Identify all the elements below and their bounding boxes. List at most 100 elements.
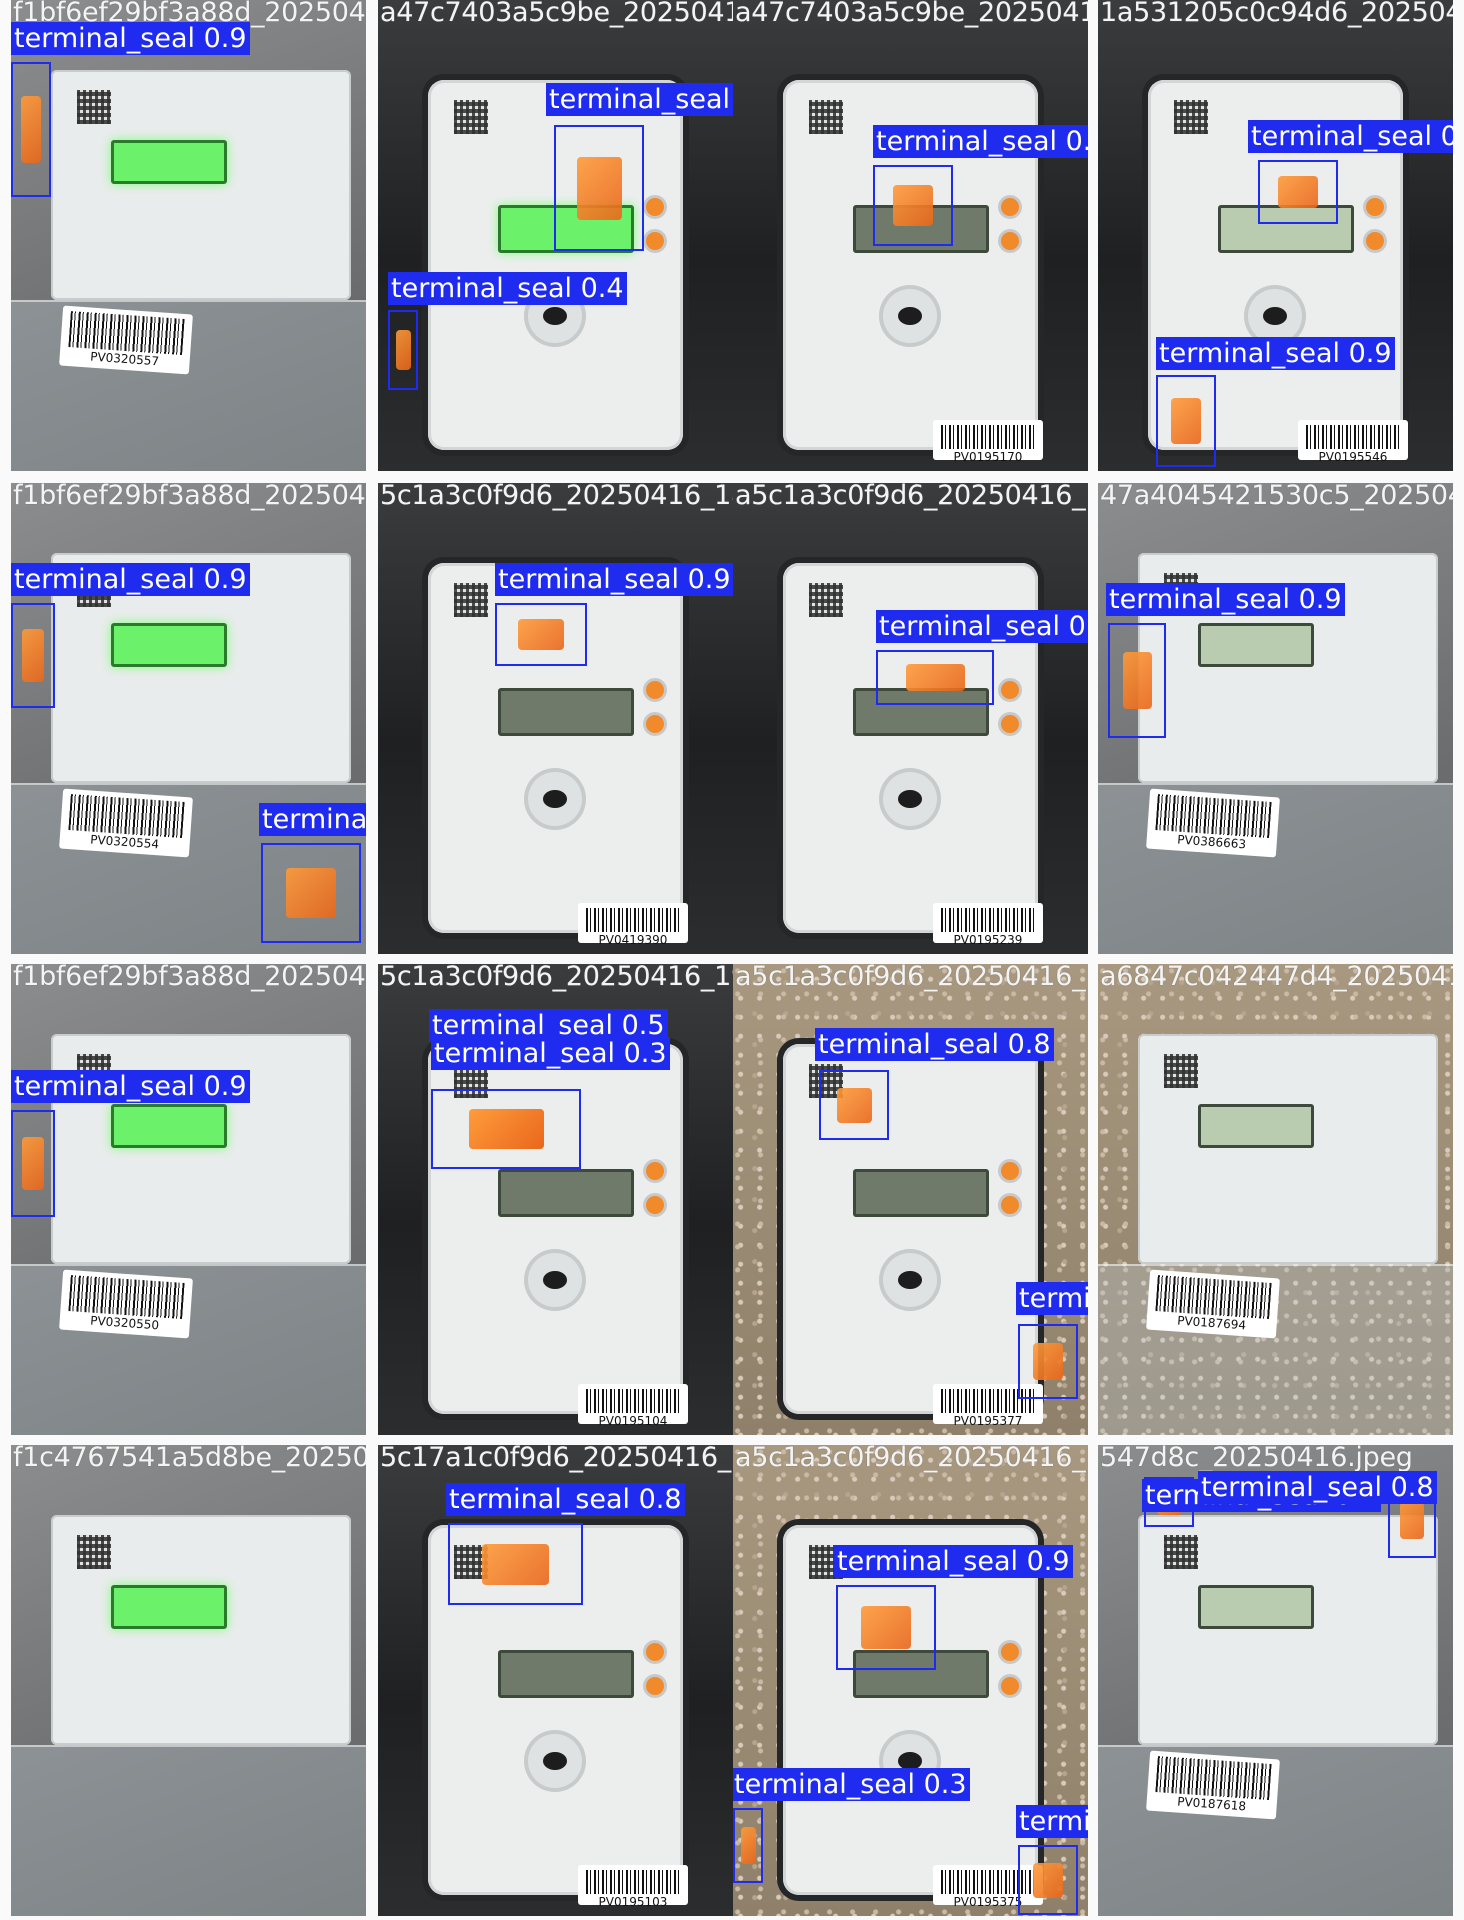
image-filename: 5c1a3c0f9d6_20250416_183785.jpeg [380, 483, 733, 511]
barcode-label: PV0419390 [578, 903, 688, 946]
orange-button [646, 715, 664, 733]
detection-label: terminal_seal 0.9 [873, 125, 1088, 158]
detection-box[interactable] [1156, 375, 1216, 467]
result-tile[interactable]: PV0320557f1bf6ef29bf3a88d_20250416_17240… [11, 0, 366, 471]
lcd-display [1198, 1585, 1314, 1629]
detection-box[interactable] [1018, 1845, 1078, 1915]
detection-label: terminal_seal 0.9 [834, 1545, 1073, 1578]
detection-box[interactable] [1108, 623, 1166, 738]
result-tile[interactable]: PV0320554 f1bf6ef29bf3a88d_20250416_18378… [11, 483, 366, 954]
meter-photo: PV0320557 [11, 0, 366, 471]
orange-button [1366, 232, 1384, 250]
lcd-display [1198, 1104, 1314, 1148]
detection-box[interactable] [261, 843, 361, 943]
detection-box[interactable] [11, 62, 51, 197]
barcode-label: PV0320554 [59, 788, 193, 858]
meter-photo: PV0419390 [378, 483, 733, 954]
result-tile[interactable]: a47c7403a5c9be_20250416_156681.jpegtermi… [378, 0, 733, 471]
image-filename: a47c7403a5c9be_20250416_156681.jpeg [380, 0, 733, 28]
detection-box[interactable] [448, 1523, 583, 1605]
detection-label: terminal_seal 0.9 [495, 563, 733, 596]
orange-button [1001, 232, 1019, 250]
detection-label: terminal_seal 0.9 [11, 563, 250, 596]
result-tile[interactable]: PV0195170 a47c7403a5c9be_20250416_156631.… [733, 0, 1088, 471]
image-filename: a5c1a3c0f9d6_20250416_156631.jpeg [735, 483, 1088, 511]
result-tile[interactable]: PV0195239 a5c1a3c0f9d6_20250416_156631.jp… [733, 483, 1088, 954]
barcode-bars [1306, 425, 1400, 449]
detection-box[interactable] [431, 1089, 581, 1169]
detection-box[interactable] [1258, 160, 1338, 224]
optical-port [879, 768, 941, 830]
detection-label: terminal_seal 0.8 [815, 1028, 1054, 1061]
image-filename: f1bf6ef29bf3a88d_20250416_183785.jpeg [13, 483, 366, 511]
lcd-display [111, 1585, 227, 1629]
barcode-bars [941, 425, 1035, 449]
detection-box[interactable] [11, 1110, 55, 1217]
lcd-display [111, 623, 227, 667]
qr-code [454, 583, 488, 617]
orange-button [646, 681, 664, 699]
detection-label: terminal_seal 0.4 [388, 272, 627, 305]
result-tile[interactable]: PV0187618 547d8c_20250416.jpeg terminal_se… [1098, 1445, 1453, 1916]
barcode-bars [1155, 1275, 1272, 1319]
electricity-meter [51, 1034, 351, 1264]
barcode-bars [68, 1275, 185, 1319]
image-filename: f1bf6ef29bf3a88d_20250416_192426.jpeg [13, 964, 366, 992]
result-tile[interactable]: PV0195104 5c1a3c0f9d6_20250416_192426.jpe… [378, 964, 733, 1435]
detection-box[interactable] [836, 1585, 936, 1670]
barcode-bars [1155, 794, 1272, 838]
detection-box[interactable] [876, 650, 994, 705]
qr-code [809, 583, 843, 617]
orange-button [646, 1196, 664, 1214]
barcode-label: PV0195104 [578, 1384, 688, 1427]
image-filename: a6847c042447d4_20250416_44.jpeg [1100, 964, 1453, 992]
detection-label: terminal_seal 0.3 [431, 1037, 670, 1070]
detection-label: terminal_seal 0.7 [259, 803, 366, 836]
result-tile[interactable]: PV0187694 a6847c042447d4_20250416_44.jpeg [1098, 964, 1453, 1435]
detection-box[interactable] [1018, 1324, 1078, 1399]
barcode-number: PV0195103 [598, 1895, 668, 1909]
detection-box[interactable] [733, 1808, 763, 1883]
orange-button [1366, 198, 1384, 216]
image-filename: a47c7403a5c9be_20250416_156631.jpeg [735, 0, 1088, 28]
orange-button [1001, 198, 1019, 216]
detection-box[interactable] [819, 1070, 889, 1140]
qr-code [809, 100, 843, 134]
detection-box[interactable] [554, 125, 644, 251]
result-tile[interactable]: PV0419390 5c1a3c0f9d6_20250416_183785.jpe… [378, 483, 733, 954]
lcd-display [111, 140, 227, 184]
detection-box[interactable] [11, 603, 55, 708]
orange-button [646, 198, 664, 216]
lcd-display [498, 1650, 634, 1698]
image-filename: a5c1a3c0f9d6_20250416_122665.jpeg [735, 964, 1088, 992]
detection-label: terminal_seal 0.9 [1156, 337, 1395, 370]
result-tile[interactable]: PV0195375a5c1a3c0f9d6_20250416_122446.jp… [733, 1445, 1088, 1916]
result-tile[interactable]: f1c4767541a5d8be_20250416_160633.jpeg [11, 1445, 366, 1916]
orange-button [1001, 1677, 1019, 1695]
result-tile[interactable]: PV0320550 f1bf6ef29bf3a88d_20250416_19242… [11, 964, 366, 1435]
detection-label: terminal_seal 0.9 [876, 610, 1088, 643]
barcode-bars [1155, 1756, 1272, 1800]
orange-button [1001, 715, 1019, 733]
detection-box[interactable] [388, 310, 418, 390]
result-tile[interactable]: PV0195103 5c17a1c0f9d6_20250416_160633.jp… [378, 1445, 733, 1916]
qr-code [77, 90, 111, 124]
optical-port [524, 768, 586, 830]
orange-button [646, 1643, 664, 1661]
detection-box[interactable] [495, 603, 587, 666]
barcode-label: PV0320550 [59, 1269, 193, 1339]
result-tile[interactable]: PV0195377 a5c1a3c0f9d6_20250416_122665.jp… [733, 964, 1088, 1435]
orange-button [1001, 1162, 1019, 1180]
barcode-label: PV0195103 [578, 1865, 688, 1909]
barcode-bars [68, 311, 185, 355]
optical-port [524, 1249, 586, 1311]
detection-box[interactable] [873, 165, 953, 246]
detection-label: terminal_seal 0.9 [11, 22, 250, 55]
lcd-display [1198, 623, 1314, 667]
qr-code [1174, 100, 1208, 134]
orange-button [1001, 1643, 1019, 1661]
lcd-display [853, 1169, 989, 1217]
result-tile[interactable]: PV0386663 47a4045421530c5_20250416_42253.… [1098, 483, 1453, 954]
orange-button [1001, 681, 1019, 699]
result-tile[interactable]: PV0195546 1a531205c0c94d6_20250416_156631… [1098, 0, 1453, 471]
